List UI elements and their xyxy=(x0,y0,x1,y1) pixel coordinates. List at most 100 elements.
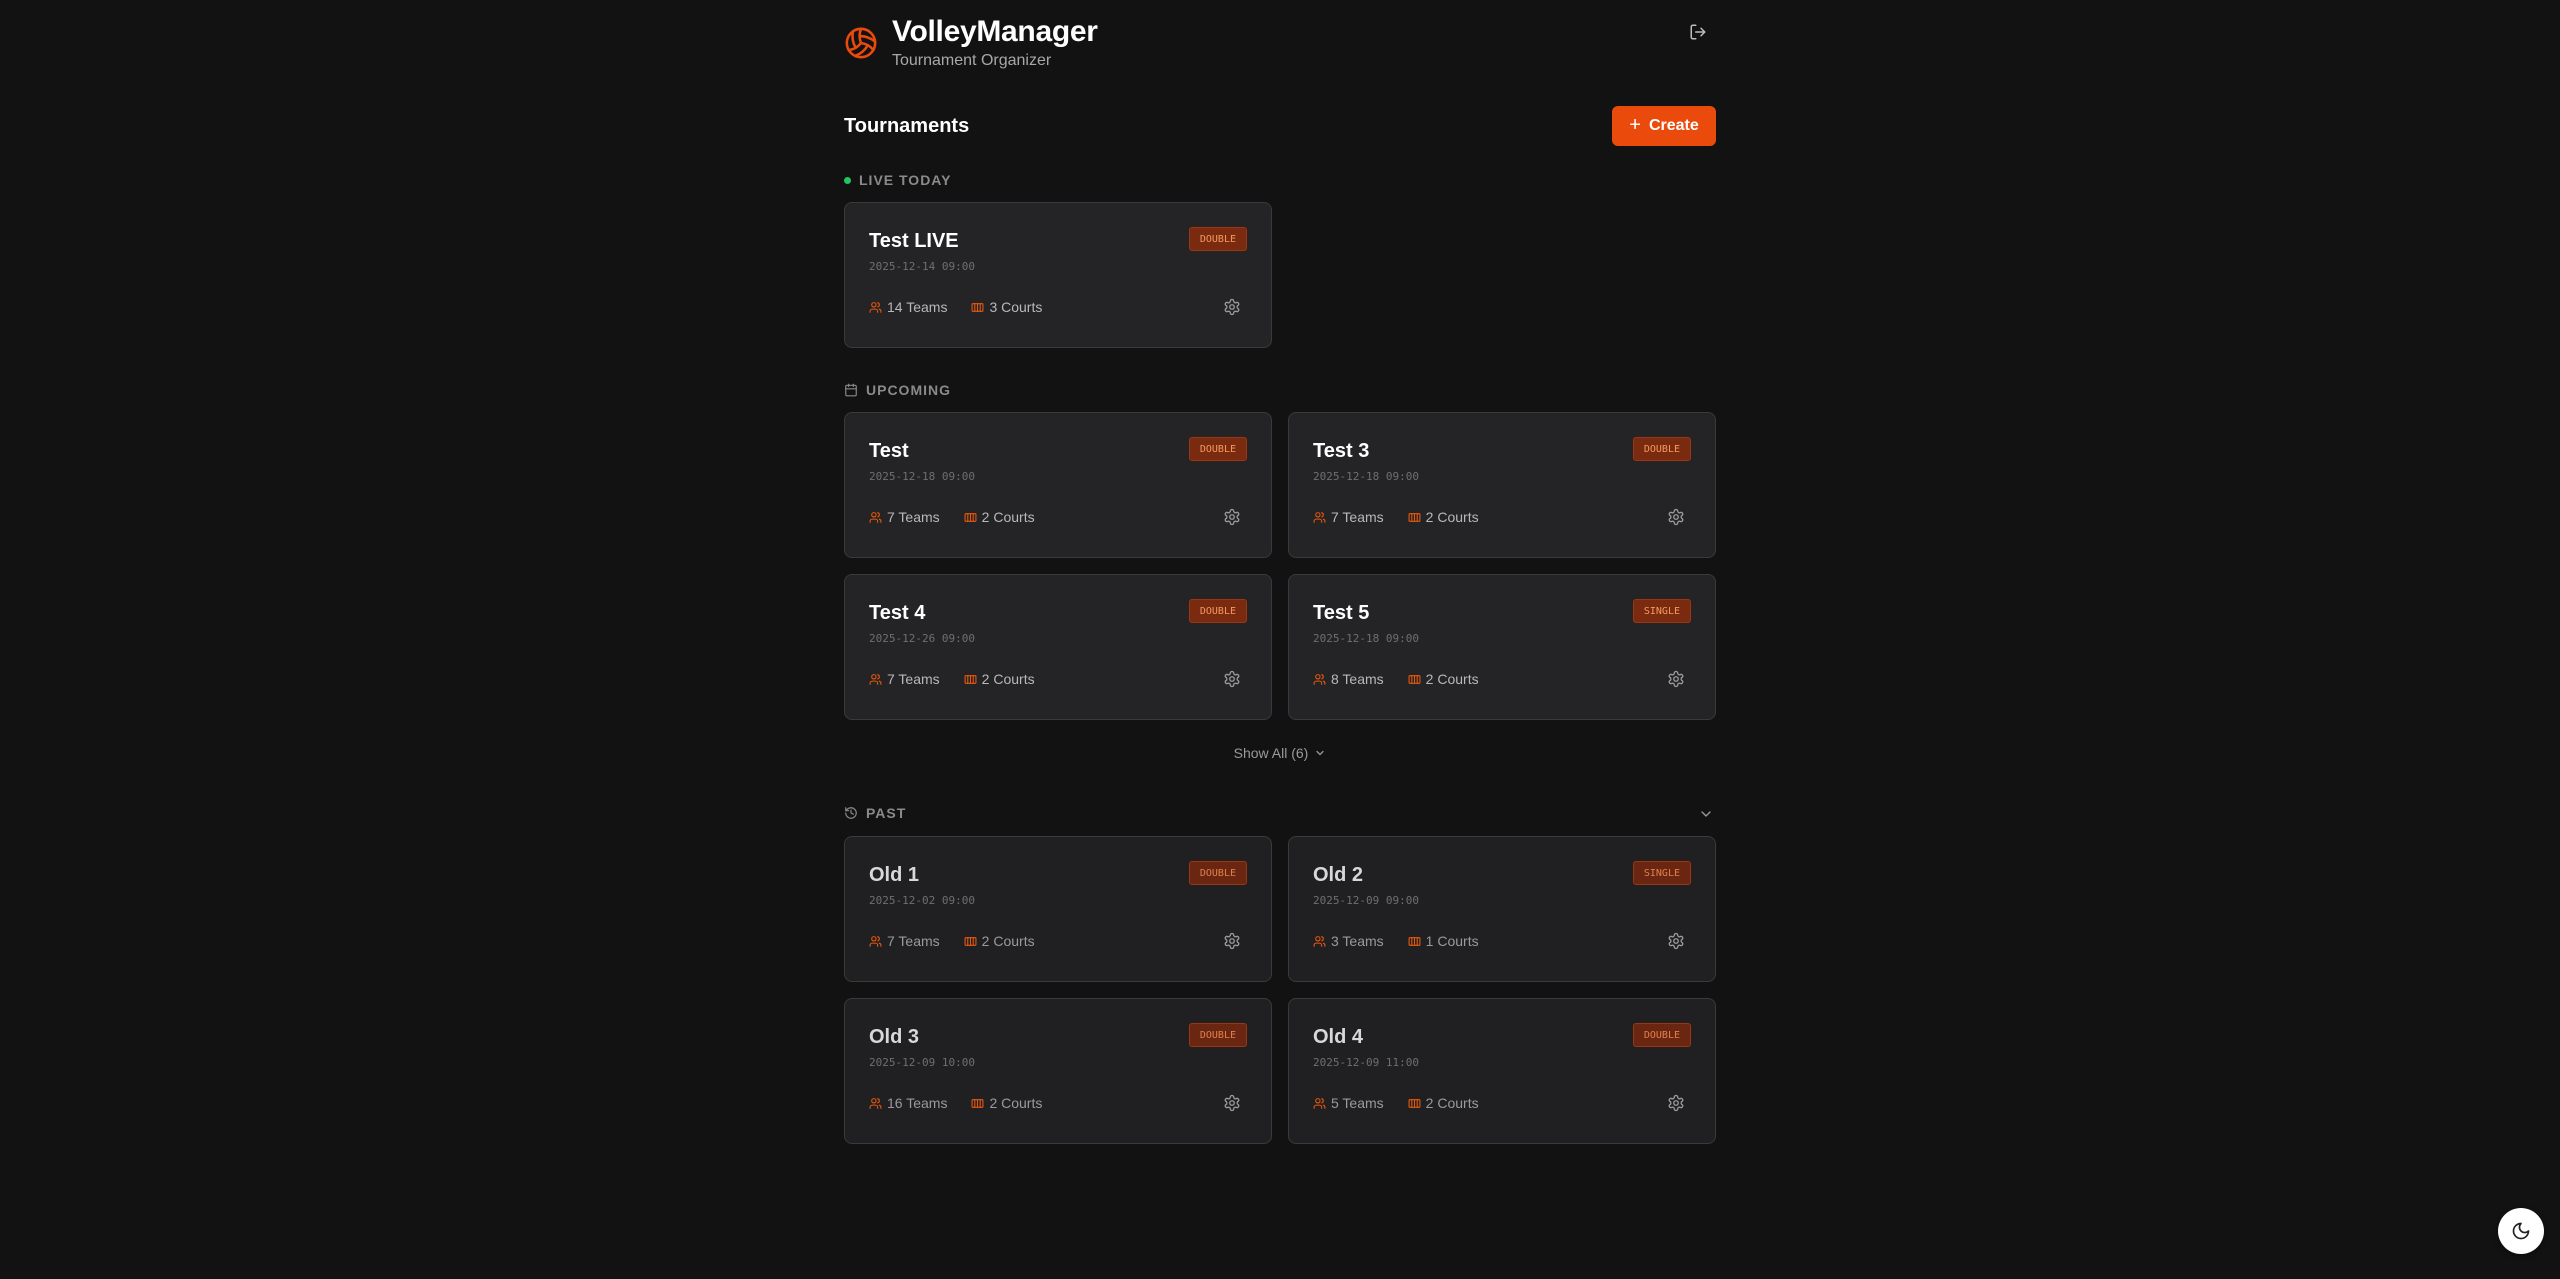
create-button[interactable]: + Create xyxy=(1612,106,1716,146)
teams-count: 5 Teams xyxy=(1313,1095,1384,1111)
theme-toggle-button[interactable] xyxy=(2498,1208,2544,1254)
tournament-type-badge: SINGLE xyxy=(1632,599,1691,623)
tournament-settings-button[interactable] xyxy=(1221,506,1243,528)
tournament-card[interactable]: Old 1 2025-12-02 09:00 DOUBLE 7 Teams 2 … xyxy=(844,836,1272,982)
moon-icon xyxy=(2512,1222,2530,1240)
teams-count: 7 Teams xyxy=(869,933,940,949)
teams-count: 7 Teams xyxy=(869,509,940,525)
section-upcoming-label: UPCOMING xyxy=(866,382,951,398)
tournament-type-badge: DOUBLE xyxy=(1188,1023,1247,1047)
tournament-settings-button[interactable] xyxy=(1221,668,1243,690)
court-icon xyxy=(964,512,977,522)
tournament-card[interactable]: Old 3 2025-12-09 10:00 DOUBLE 16 Teams 2… xyxy=(844,998,1272,1144)
gear-icon xyxy=(1668,508,1684,526)
teams-count: 7 Teams xyxy=(869,671,940,687)
gear-icon xyxy=(1224,298,1240,316)
court-icon xyxy=(1408,512,1421,522)
court-icon xyxy=(964,674,977,684)
tournament-name: Old 3 xyxy=(869,1026,920,1048)
tournament-meta: 16 Teams 2 Courts xyxy=(869,1095,1042,1111)
tournament-meta: 7 Teams 2 Courts xyxy=(1313,509,1479,525)
toolbar: Tournaments + Create xyxy=(844,106,1716,146)
section-upcoming: UPCOMING xyxy=(844,382,951,398)
tournament-card[interactable]: Old 4 2025-12-09 11:00 DOUBLE 5 Teams 2 … xyxy=(1288,998,1716,1144)
show-all-label: Show All (6) xyxy=(1233,745,1309,761)
tournament-settings-button[interactable] xyxy=(1221,930,1243,952)
chevron-down-icon xyxy=(1316,750,1324,756)
tournament-name: Test 5 xyxy=(1313,602,1370,624)
teams-label: 7 Teams xyxy=(887,671,940,687)
teams-label: 8 Teams xyxy=(1331,671,1384,687)
tournament-settings-button[interactable] xyxy=(1665,930,1687,952)
history-icon xyxy=(845,807,857,819)
tournament-name: Old 1 xyxy=(869,864,920,886)
court-icon xyxy=(971,302,984,312)
courts-label: 1 Courts xyxy=(1425,933,1479,949)
tournament-date: 2025-12-02 09:00 xyxy=(869,894,975,907)
teams-label: 7 Teams xyxy=(1331,509,1384,525)
tournament-card[interactable]: Test 4 2025-12-26 09:00 DOUBLE 7 Teams 2… xyxy=(844,574,1272,720)
tournament-settings-button[interactable] xyxy=(1221,296,1243,318)
courts-count: 2 Courts xyxy=(1408,1095,1479,1111)
tournament-type-badge: SINGLE xyxy=(1632,861,1691,885)
courts-label: 2 Courts xyxy=(981,933,1035,949)
teams-count: 16 Teams xyxy=(869,1095,947,1111)
collapse-past-button[interactable] xyxy=(1696,804,1716,824)
tournament-type-badge: DOUBLE xyxy=(1188,437,1247,461)
tournament-card[interactable]: Test 5 2025-12-18 09:00 SINGLE 8 Teams 2… xyxy=(1288,574,1716,720)
users-icon xyxy=(869,1097,882,1109)
tournament-card[interactable]: Old 2 2025-12-09 09:00 SINGLE 3 Teams 1 … xyxy=(1288,836,1716,982)
courts-count: 1 Courts xyxy=(1408,933,1479,949)
users-icon xyxy=(869,935,882,947)
teams-label: 7 Teams xyxy=(887,509,940,525)
tournament-date: 2025-12-09 11:00 xyxy=(1313,1056,1419,1069)
teams-label: 14 Teams xyxy=(887,299,948,315)
tournament-settings-button[interactable] xyxy=(1665,506,1687,528)
teams-count: 8 Teams xyxy=(1313,671,1384,687)
app-title: VolleyManager xyxy=(892,15,1098,48)
tournament-date: 2025-12-09 09:00 xyxy=(1313,894,1419,907)
tournament-name: Test 4 xyxy=(869,602,926,624)
create-label: Create xyxy=(1648,117,1699,134)
section-past-label: PAST xyxy=(866,805,907,821)
logout-button[interactable] xyxy=(1686,20,1710,44)
tournament-type-badge: DOUBLE xyxy=(1188,861,1247,885)
section-past: PAST xyxy=(844,805,906,821)
courts-label: 2 Courts xyxy=(981,509,1035,525)
chevron-down-icon xyxy=(1701,811,1711,817)
courts-label: 2 Courts xyxy=(1425,671,1479,687)
tournament-settings-button[interactable] xyxy=(1221,1092,1243,1114)
courts-label: 3 Courts xyxy=(989,299,1043,315)
court-icon xyxy=(1408,1098,1421,1108)
gear-icon xyxy=(1224,670,1240,688)
gear-icon xyxy=(1224,932,1240,950)
teams-count: 7 Teams xyxy=(1313,509,1384,525)
courts-label: 2 Courts xyxy=(981,671,1035,687)
tournament-type-badge: DOUBLE xyxy=(1632,1023,1691,1047)
users-icon xyxy=(869,673,882,685)
tournament-settings-button[interactable] xyxy=(1665,1092,1687,1114)
tournament-settings-button[interactable] xyxy=(1665,668,1687,690)
courts-count: 2 Courts xyxy=(964,509,1035,525)
users-icon xyxy=(1313,935,1326,947)
tournament-date: 2025-12-18 09:00 xyxy=(1313,470,1419,483)
tournament-date: 2025-12-18 09:00 xyxy=(869,470,975,483)
users-icon xyxy=(1313,673,1326,685)
teams-label: 5 Teams xyxy=(1331,1095,1384,1111)
tournament-name: Test LIVE xyxy=(869,230,959,252)
courts-count: 2 Courts xyxy=(964,671,1035,687)
show-all-button[interactable]: Show All (6) xyxy=(844,745,1716,761)
teams-label: 7 Teams xyxy=(887,933,940,949)
tournament-date: 2025-12-09 10:00 xyxy=(869,1056,975,1069)
tournament-card[interactable]: Test 2025-12-18 09:00 DOUBLE 7 Teams 2 C… xyxy=(844,412,1272,558)
live-status-dot xyxy=(844,176,851,184)
tournament-card[interactable]: Test LIVE 2025-12-14 09:00 DOUBLE 14 Tea… xyxy=(844,202,1272,348)
tournament-card[interactable]: Test 3 2025-12-18 09:00 DOUBLE 7 Teams 2… xyxy=(1288,412,1716,558)
courts-count: 2 Courts xyxy=(1408,671,1479,687)
users-icon xyxy=(1313,511,1326,523)
teams-count: 14 Teams xyxy=(869,299,947,315)
app-header: VolleyManager Tournament Organizer xyxy=(844,0,1716,72)
tournament-meta: 7 Teams 2 Courts xyxy=(869,933,1035,949)
tournament-name: Old 2 xyxy=(1313,864,1364,886)
tournament-type-badge: DOUBLE xyxy=(1188,599,1247,623)
